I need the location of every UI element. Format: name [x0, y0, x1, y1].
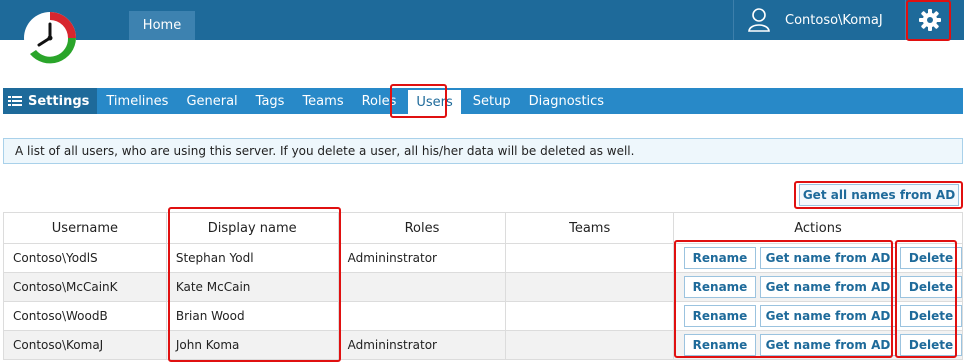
cell-roles: Admininstrator [337, 243, 507, 273]
col-username: Username [3, 212, 167, 244]
cell-roles: Admininstrator [337, 330, 507, 360]
cell-teams [505, 330, 674, 360]
tab-setup[interactable]: Setup [464, 88, 520, 114]
get-name-from-ad-button[interactable]: Get name from AD [760, 334, 896, 356]
settings-gear-button[interactable] [905, 0, 953, 40]
cell-teams [505, 301, 674, 331]
get-name-from-ad-button[interactable]: Get name from AD [760, 247, 896, 269]
tab-home[interactable]: Home [129, 11, 195, 40]
cell-roles [337, 301, 507, 331]
delete-button[interactable]: Delete [900, 305, 962, 327]
cell-username: Contoso\WoodB [3, 301, 167, 331]
tab-users[interactable]: Users [408, 90, 461, 114]
users-table: Username Display name Roles Teams Action… [3, 212, 964, 360]
tab-diagnostics[interactable]: Diagnostics [520, 88, 613, 114]
get-name-from-ad-button[interactable]: Get name from AD [760, 276, 896, 298]
cell-actions: Rename Get name from AD Delete [672, 301, 964, 331]
cell-username: Contoso\YodlS [3, 243, 167, 273]
list-icon [8, 96, 22, 106]
settings-label-text: Settings [28, 93, 90, 109]
delete-button[interactable]: Delete [900, 276, 962, 298]
info-message: A list of all users, who are using this … [3, 138, 963, 164]
cell-username: Contoso\McCainK [3, 272, 167, 302]
tab-tags[interactable]: Tags [247, 88, 294, 114]
delete-button[interactable]: Delete [900, 334, 962, 356]
cell-username: Contoso\KomaJ [3, 330, 167, 360]
tab-teams[interactable]: Teams [293, 88, 352, 114]
table-row: Contoso\McCainK Kate McCain Rename Get na… [3, 272, 964, 302]
rename-button[interactable]: Rename [684, 334, 756, 356]
rename-button[interactable]: Rename [684, 276, 756, 298]
cell-roles [337, 272, 507, 302]
user-icon [748, 8, 770, 32]
settings-nav: Settings Timelines General Tags Teams Ro… [3, 88, 963, 114]
table-header-row: Username Display name Roles Teams Action… [3, 212, 964, 244]
get-name-from-ad-button[interactable]: Get name from AD [760, 305, 896, 327]
cell-display-name: John Koma [165, 330, 339, 360]
tab-general[interactable]: General [177, 88, 246, 114]
col-teams: Teams [505, 212, 674, 244]
cell-actions: Rename Get name from AD Delete [672, 243, 964, 273]
table-row: Contoso\KomaJ John Koma Admininstrator R… [3, 330, 964, 360]
col-actions: Actions [672, 212, 964, 244]
tab-roles[interactable]: Roles [353, 88, 406, 114]
settings-label[interactable]: Settings [3, 88, 98, 114]
cell-actions: Rename Get name from AD Delete [672, 330, 964, 360]
cell-display-name: Stephan Yodl [165, 243, 339, 273]
cell-actions: Rename Get name from AD Delete [672, 272, 964, 302]
get-all-names-button[interactable]: Get all names from AD [799, 184, 959, 206]
cell-teams [505, 272, 674, 302]
cell-display-name: Brian Wood [165, 301, 339, 331]
tab-timelines[interactable]: Timelines [97, 88, 177, 114]
cell-teams [505, 243, 674, 273]
delete-button[interactable]: Delete [900, 247, 962, 269]
user-name: Contoso\KomaJ [785, 12, 883, 28]
gear-icon [918, 9, 941, 31]
user-menu[interactable]: Contoso\KomaJ [733, 0, 905, 40]
cell-display-name: Kate McCain [165, 272, 339, 302]
col-display-name: Display name [165, 212, 339, 244]
rename-button[interactable]: Rename [684, 305, 756, 327]
col-roles: Roles [337, 212, 507, 244]
table-row: Contoso\WoodB Brian Wood Rename Get name … [3, 301, 964, 331]
rename-button[interactable]: Rename [684, 247, 756, 269]
table-row: Contoso\YodlS Stephan Yodl Admininstrato… [3, 243, 964, 273]
app-logo-icon[interactable] [22, 10, 78, 66]
